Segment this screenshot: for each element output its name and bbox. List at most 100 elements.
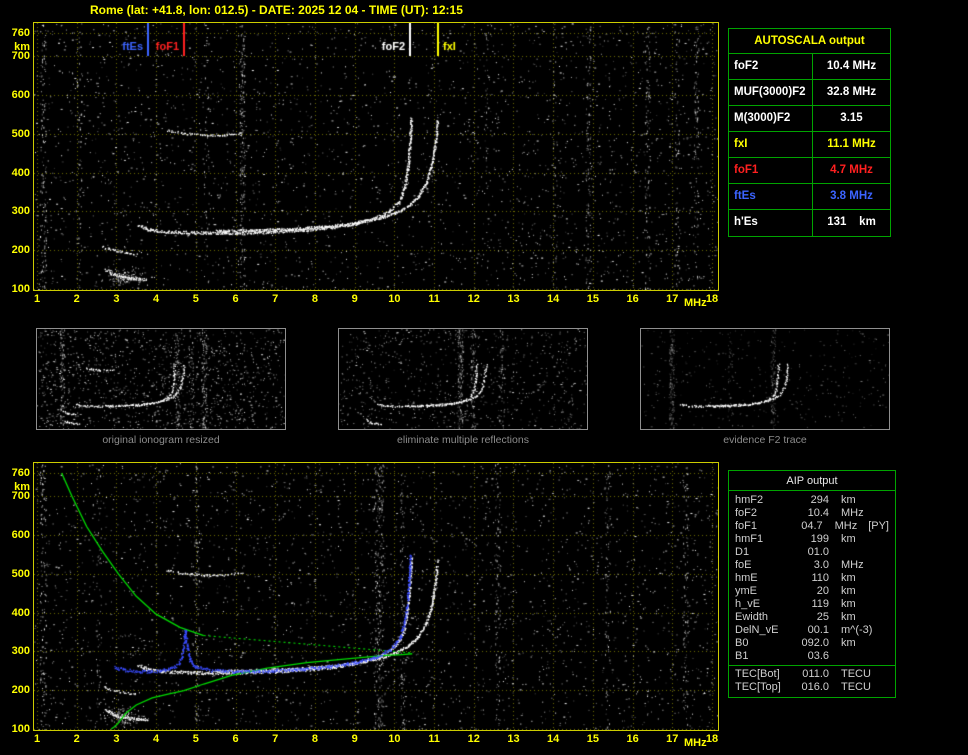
y-tick-760: 760 bbox=[11, 467, 30, 479]
y-tick-400: 400 bbox=[11, 166, 30, 179]
aip-param-label: DelN_vE bbox=[735, 624, 779, 636]
aip-row-delnve: DelN_vE 00.1 m^(-3) bbox=[729, 624, 895, 637]
aip-param-unit: m^(-3) bbox=[841, 624, 873, 636]
tec-separator-line bbox=[729, 665, 895, 666]
x-tick-5: 5 bbox=[192, 293, 199, 305]
x-tick-2: 2 bbox=[73, 733, 80, 745]
x-tick-17: 17 bbox=[666, 733, 679, 745]
thumbnail-original-canvas bbox=[37, 329, 285, 429]
aip-row-b1: B1 03.6 bbox=[729, 650, 895, 663]
y-tick-300: 300 bbox=[11, 205, 30, 218]
aip-row-yme: ymE 20 km bbox=[729, 585, 895, 598]
aip-param-unit: km bbox=[841, 494, 856, 506]
aip-param-label: Ewidth bbox=[735, 611, 769, 623]
aip-output-table: AIP output hmF2 294 km foF2 10.4 MHz foF1 04.7 M… bbox=[728, 470, 896, 698]
autoscala-row-hes: h'Es 131 km bbox=[729, 210, 890, 236]
aip-param-note: [PY] bbox=[868, 520, 889, 532]
y-tick-760: 760 bbox=[11, 27, 30, 39]
thumbnail-f2-trace bbox=[640, 328, 890, 430]
aip-param-value: 03.6 bbox=[807, 650, 829, 662]
autoscala-param-value: 11.1 MHz bbox=[827, 138, 876, 150]
x-tick-11: 11 bbox=[428, 733, 440, 745]
aip-row-d1: D1 01.0 bbox=[729, 546, 895, 559]
autoscala-param-value: 32.8 MHz bbox=[826, 86, 877, 98]
aip-param-label: B0 bbox=[735, 637, 749, 649]
aip-param-label: D1 bbox=[735, 546, 750, 558]
x-tick-13: 13 bbox=[507, 733, 520, 745]
thumbnail-original-ionogram bbox=[36, 328, 286, 430]
x-tick-8: 8 bbox=[311, 733, 318, 745]
x-tick-12: 12 bbox=[467, 733, 480, 745]
aip-param-value: 294 bbox=[810, 494, 829, 506]
aip-param-label: B1 bbox=[735, 650, 749, 662]
autoscala-param-label: h'Es bbox=[729, 210, 813, 236]
autoscala-param-label: foF1 bbox=[729, 158, 813, 183]
autoscala-row-muf3000f2: MUF(3000)F2 32.8 MHz bbox=[729, 80, 890, 106]
autoscala-param-value: 3.8 MHz bbox=[830, 190, 873, 202]
y-tick-600: 600 bbox=[11, 529, 30, 542]
autoscala-param-value: 131 km bbox=[827, 216, 876, 228]
aip-row-fof2: foF2 10.4 MHz bbox=[729, 507, 895, 520]
aip-row-hmf2: hmF2 294 km bbox=[729, 494, 895, 507]
x-tick-8: 8 bbox=[311, 293, 318, 305]
aip-param-unit: TECU bbox=[841, 668, 871, 680]
aip-param-unit: km bbox=[841, 598, 856, 610]
x-tick-17: 17 bbox=[666, 293, 679, 305]
x-tick-9: 9 bbox=[351, 733, 358, 745]
aip-param-label: TEC[Top] bbox=[735, 681, 781, 693]
autoscala-param-value: 10.4 MHz bbox=[826, 60, 877, 72]
aip-param-value: 20 bbox=[816, 585, 829, 597]
aip-param-unit bbox=[829, 546, 877, 559]
autoscala-param-value: 3.15 bbox=[840, 112, 863, 124]
y-tick-200: 200 bbox=[11, 244, 30, 257]
autoscala-row-fof2: foF2 10.4 MHz bbox=[729, 54, 890, 80]
aip-param-unit: km bbox=[841, 637, 856, 649]
thumbnail-eliminate-reflections bbox=[338, 328, 588, 430]
x-tick-7: 7 bbox=[272, 733, 279, 745]
aip-param-unit: MHz bbox=[841, 559, 864, 571]
aip-param-value: 011.0 bbox=[802, 668, 829, 680]
x-tick-16: 16 bbox=[626, 733, 639, 745]
thumbnail-caption-eliminate: eliminate multiple reflections bbox=[397, 434, 529, 446]
aip-row-hve: h_vE 119 km bbox=[729, 598, 895, 611]
aip-param-unit: MHz bbox=[841, 507, 864, 519]
aip-row-ewidth: Ewidth 25 km bbox=[729, 611, 895, 624]
autoscala-row-fxi: fxI 11.1 MHz bbox=[729, 132, 890, 158]
x-tick-14: 14 bbox=[547, 733, 560, 745]
x-axis-unit-label: MHz bbox=[684, 297, 707, 309]
aip-param-unit bbox=[829, 650, 877, 663]
x-tick-14: 14 bbox=[547, 293, 560, 305]
aip-param-label: foF1 bbox=[735, 520, 758, 532]
y-tick-200: 200 bbox=[11, 684, 30, 697]
tec-table-rows: TEC[Bot] 011.0 TECU TEC[Top] 016.0 TECU bbox=[729, 668, 895, 694]
aip-param-unit: km bbox=[841, 572, 856, 584]
aip-table-rows: hmF2 294 km foF2 10.4 MHz foF1 04.7 MHz [PY] hmF1 1… bbox=[729, 494, 895, 663]
aip-table-header: AIP output bbox=[729, 471, 895, 491]
x-tick-13: 13 bbox=[507, 293, 520, 305]
autoscala-output-table: AUTOSCALA output foF2 10.4 MHz MUF(3000)F2… bbox=[728, 28, 891, 237]
aip-param-unit: km bbox=[841, 611, 856, 623]
y-tick-600: 600 bbox=[11, 89, 30, 102]
autoscala-table-rows: foF2 10.4 MHz MUF(3000)F2 32.8 MHz M(3000)F2… bbox=[729, 54, 890, 236]
scaled-ionogram-plot bbox=[33, 22, 719, 291]
autoscala-table-header: AUTOSCALA output bbox=[729, 29, 890, 54]
aip-param-label: foF2 bbox=[735, 507, 758, 519]
autoscala-param-label: foF2 bbox=[729, 54, 813, 79]
x-axis-unit-label: MHz bbox=[684, 737, 707, 749]
autoscala-param-label: ftEs bbox=[729, 184, 813, 209]
aip-param-label: h_vE bbox=[735, 598, 761, 610]
y-tick-400: 400 bbox=[11, 606, 30, 619]
aip-param-value: 00.1 bbox=[807, 624, 829, 636]
x-tick-4: 4 bbox=[153, 293, 160, 305]
autoscala-row-ftes: ftEs 3.8 MHz bbox=[729, 184, 890, 210]
autoscala-param-label: fxI bbox=[729, 132, 813, 157]
aip-param-label: foE bbox=[735, 559, 752, 571]
x-tick-3: 3 bbox=[113, 733, 120, 745]
aip-param-value: 25 bbox=[816, 611, 829, 623]
y-tick-500: 500 bbox=[11, 127, 30, 140]
autoscala-param-label: M(3000)F2 bbox=[729, 106, 813, 131]
x-tick-10: 10 bbox=[388, 733, 401, 745]
aip-param-unit: TECU bbox=[841, 681, 871, 693]
autoscala-param-label: MUF(3000)F2 bbox=[729, 80, 813, 105]
profile-ionogram-canvas bbox=[34, 463, 718, 730]
